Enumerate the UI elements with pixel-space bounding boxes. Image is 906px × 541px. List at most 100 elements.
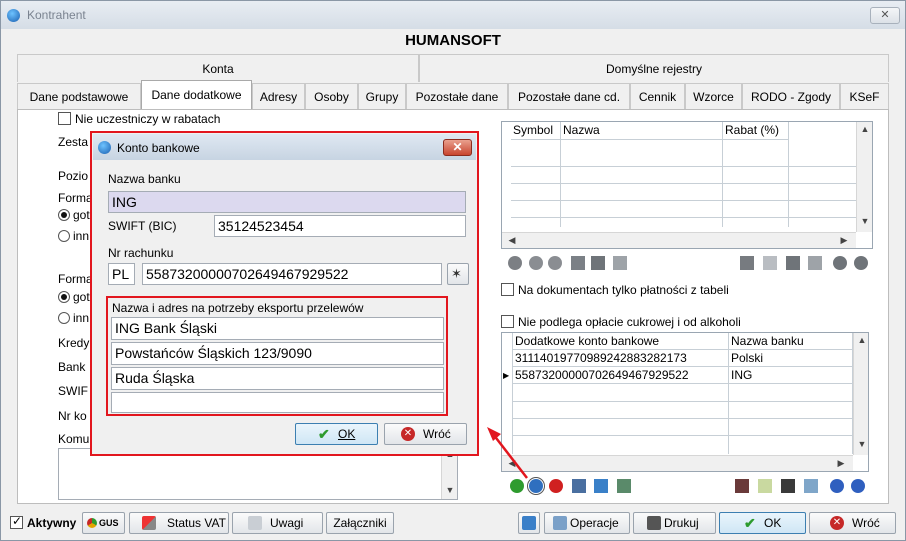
nazwa-banku-input[interactable]: ING xyxy=(108,191,466,213)
book-account-icon[interactable] xyxy=(735,479,749,493)
status-vat-button[interactable]: Status VAT xyxy=(129,512,229,534)
add-account-icon[interactable] xyxy=(510,479,524,493)
export-line-4-input[interactable] xyxy=(111,392,444,413)
aktywny-label: Aktywny xyxy=(27,516,77,530)
copy-account-icon[interactable] xyxy=(758,479,772,493)
forma2-gotowka-radio[interactable] xyxy=(58,291,70,303)
tylko-platnosci-checkbox[interactable] xyxy=(501,283,514,296)
tab-pozostale-dane-cd[interactable]: Pozostałe dane cd. xyxy=(508,83,630,109)
komunikat-scrollbar[interactable]: ▲ ▼ xyxy=(441,449,457,499)
account-wizard-button[interactable]: ✶ xyxy=(447,263,469,285)
export-address-group: Nazwa i adres na potrzeby eksportu przel… xyxy=(106,296,448,416)
next-account-icon[interactable] xyxy=(851,479,865,493)
printer-icon xyxy=(647,516,661,530)
account-row-1-number[interactable]: 31114019770989242883282173 xyxy=(513,350,729,367)
rabat-table[interactable]: Symbol Nazwa Rabat (%) ▲ ▼ ◀ ▶ xyxy=(501,121,873,249)
tab-adresy[interactable]: Adresy xyxy=(252,83,305,109)
oplata-cukrowa-checkbox[interactable] xyxy=(501,315,514,328)
dialog-ok-button[interactable]: ✔ OK xyxy=(295,423,378,445)
export-line-1-input[interactable]: ING Bank Śląski xyxy=(111,317,444,340)
tab-ksef[interactable]: KSeF xyxy=(840,83,889,109)
save-account-icon[interactable] xyxy=(781,479,795,493)
filter-account-icon[interactable] xyxy=(594,479,608,493)
account-row-2-bank[interactable]: ING xyxy=(729,367,853,384)
edit-account-icon[interactable] xyxy=(527,477,545,495)
prev-rabat-icon[interactable] xyxy=(833,256,847,270)
account-number-input[interactable]: 55873200000702649467929522 xyxy=(142,263,442,285)
forma2-inna-label: inn xyxy=(73,311,90,325)
dialog-close-button[interactable]: ✕ xyxy=(443,139,472,156)
kredyt-label: Kredy xyxy=(58,336,90,350)
edit-rabat-icon[interactable] xyxy=(529,256,543,270)
operacje-button[interactable]: Operacje xyxy=(544,512,630,534)
print-rabat-icon[interactable] xyxy=(808,256,822,270)
export-rabat-icon[interactable] xyxy=(591,256,605,270)
tab-cennik[interactable]: Cennik xyxy=(630,83,685,109)
add-rabat-icon[interactable] xyxy=(508,256,522,270)
account-row-2-number[interactable]: 55873200000702649467929522 xyxy=(513,367,729,384)
tab-domyslne-rejestry[interactable]: Domyślne rejestry xyxy=(419,54,889,82)
wroc-button[interactable]: ✕ Wróć xyxy=(809,512,896,534)
accounts-table[interactable]: Dodatkowe konto bankowe Nazwa banku 3111… xyxy=(501,332,869,472)
export-line-2-input[interactable]: Powstańców Śląskich 123/9090 xyxy=(111,342,444,365)
export-account-icon[interactable] xyxy=(617,479,631,493)
tylko-platnosci-label: Na dokumentach tylko płatności z tabeli xyxy=(518,283,729,297)
save-rabat-icon[interactable] xyxy=(786,256,800,270)
account-row-1-bank[interactable]: Polski xyxy=(729,350,853,367)
rabat-hscroll[interactable]: ◀ ▶ xyxy=(502,232,856,248)
book-rabat-icon[interactable] xyxy=(740,256,754,270)
window-title: Kontrahent xyxy=(27,8,86,22)
app-icon xyxy=(7,9,20,22)
aktywny-checkbox[interactable] xyxy=(10,514,23,529)
drukuj-button[interactable]: Drukuj xyxy=(633,512,716,534)
tab-dane-dodatkowe[interactable]: Dane dodatkowe xyxy=(141,80,252,109)
tab-pozostale-dane[interactable]: Pozostałe dane xyxy=(406,83,508,109)
delete-rabat-icon[interactable] xyxy=(548,256,562,270)
tab-osoby[interactable]: Osoby xyxy=(305,83,358,109)
rabat-header-rabat: Rabat (%) xyxy=(723,122,789,140)
filter-rabat-icon[interactable] xyxy=(613,256,627,270)
close-window-button[interactable]: ✕ xyxy=(870,7,900,24)
export-line-3-input[interactable]: Ruda Śląska xyxy=(111,367,444,390)
table-rabat-icon[interactable] xyxy=(571,256,585,270)
cancel-icon: ✕ xyxy=(830,516,844,530)
tab-dane-podstawowe[interactable]: Dane podstawowe xyxy=(17,83,141,109)
gus-button[interactable]: GUS xyxy=(82,512,125,534)
zalaczniki-button[interactable]: Załączniki xyxy=(326,512,394,534)
copy-rabat-icon[interactable] xyxy=(763,256,777,270)
forma1-gotowka-label: got xyxy=(73,208,90,222)
accounts-vscroll[interactable]: ▲ ▼ xyxy=(853,333,868,455)
forma-label-2: Forma xyxy=(58,272,93,286)
swift-label: SWIF xyxy=(58,384,88,398)
forma1-inna-label: inn xyxy=(73,229,90,243)
tab-konta[interactable]: Konta xyxy=(17,54,419,82)
zestaw-label: Zesta xyxy=(58,135,89,149)
note-icon xyxy=(248,516,262,530)
prev-account-icon[interactable] xyxy=(830,479,844,493)
table-account-icon[interactable] xyxy=(572,479,586,493)
delete-account-icon[interactable] xyxy=(549,479,563,493)
forma1-gotowka-radio[interactable] xyxy=(58,209,70,221)
dialog-title-bar: Konto bankowe ✕ xyxy=(93,134,476,160)
nie-uczestniczy-checkbox[interactable] xyxy=(58,112,71,125)
swift-bic-input[interactable]: 35124523454 xyxy=(214,215,466,237)
ok-button[interactable]: ✔ OK xyxy=(719,512,806,534)
nie-uczestniczy-label: Nie uczestniczy w rabatach xyxy=(75,112,221,126)
tab-rodo-zgody[interactable]: RODO - Zgody xyxy=(742,83,840,109)
structure-button[interactable] xyxy=(518,512,540,534)
tab-grupy[interactable]: Grupy xyxy=(358,83,406,109)
forma2-inna-radio[interactable] xyxy=(58,312,70,324)
forma-label-1: Forma xyxy=(58,191,93,205)
next-rabat-icon[interactable] xyxy=(854,256,868,270)
nr-konta-label: Nr ko xyxy=(58,409,87,423)
country-code-input[interactable]: PL xyxy=(108,263,135,285)
accounts-hscroll[interactable]: ◀ ▶ xyxy=(502,455,853,471)
rabat-vscroll[interactable]: ▲ ▼ xyxy=(856,122,872,232)
forma1-inna-radio[interactable] xyxy=(58,230,70,242)
tab-wzorce[interactable]: Wzorce xyxy=(685,83,742,109)
uwagi-button[interactable]: Uwagi xyxy=(232,512,323,534)
swift-bic-label: SWIFT (BIC) xyxy=(108,219,177,233)
print-account-icon[interactable] xyxy=(804,479,818,493)
poziom-label: Pozio xyxy=(58,169,89,183)
dialog-wroc-button[interactable]: ✕ Wróć xyxy=(384,423,467,445)
